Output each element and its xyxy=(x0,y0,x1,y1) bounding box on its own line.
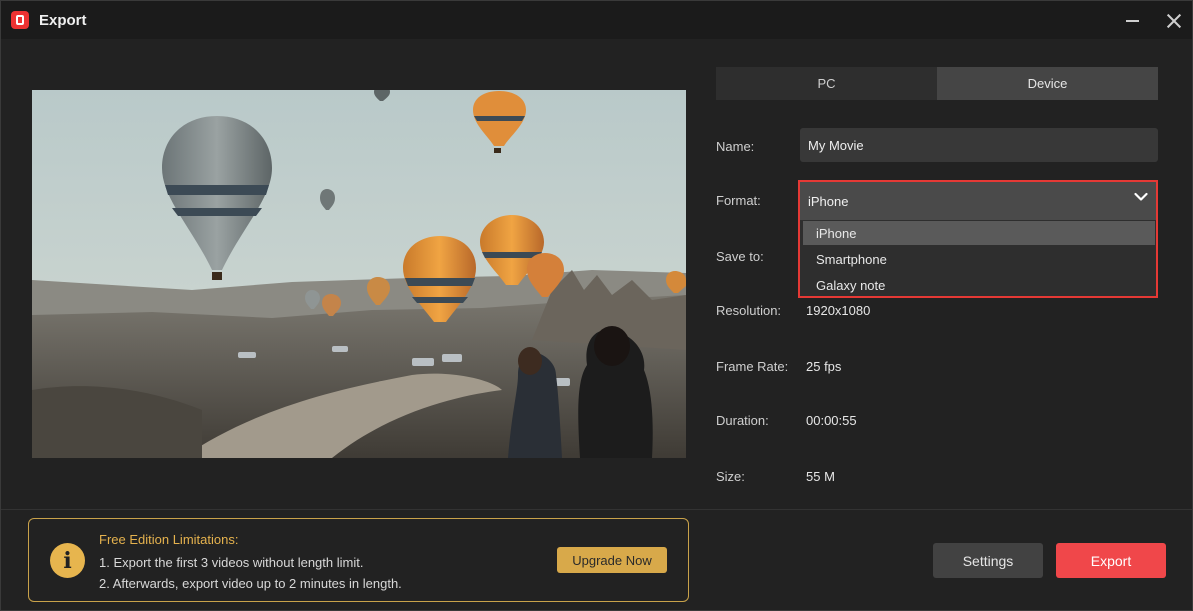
format-selected-value: iPhone xyxy=(808,193,849,209)
free-edition-notice: i Free Edition Limitations: 1. Export th… xyxy=(28,518,689,602)
info-icon: i xyxy=(50,543,85,578)
export-button[interactable]: Export xyxy=(1056,543,1166,578)
close-icon[interactable] xyxy=(1162,9,1186,33)
chevron-down-icon xyxy=(1134,192,1148,202)
title-bar: Export xyxy=(1,1,1192,39)
video-preview xyxy=(32,90,686,458)
name-input[interactable]: My Movie xyxy=(800,128,1158,162)
size-label: Size: xyxy=(716,469,745,484)
export-target-tabs: PC Device xyxy=(716,67,1158,100)
app-logo-icon xyxy=(11,11,29,29)
tab-device[interactable]: Device xyxy=(937,67,1158,100)
settings-button[interactable]: Settings xyxy=(933,543,1043,578)
window-title: Export xyxy=(39,12,87,29)
save-to-label: Save to: xyxy=(716,249,764,264)
minimize-icon[interactable] xyxy=(1120,9,1144,33)
format-option-iphone[interactable]: iPhone xyxy=(803,221,1155,245)
notice-line-1: 1. Export the first 3 videos without len… xyxy=(99,555,364,570)
format-option-smartphone[interactable]: Smartphone xyxy=(803,247,1155,271)
notice-title: Free Edition Limitations: xyxy=(99,532,239,547)
format-label: Format: xyxy=(716,193,761,208)
upgrade-now-button[interactable]: Upgrade Now xyxy=(557,547,667,573)
format-select[interactable]: iPhone xyxy=(800,182,1156,220)
duration-value: 00:00:55 xyxy=(806,413,857,428)
frame-rate-value: 25 fps xyxy=(806,359,842,374)
resolution-value: 1920x1080 xyxy=(806,303,871,318)
notice-line-2: 2. Afterwards, export video up to 2 minu… xyxy=(99,576,402,591)
resolution-label: Resolution: xyxy=(716,303,782,318)
tab-pc[interactable]: PC xyxy=(716,67,937,100)
export-dialog: Export PC Device Name: My Movie Format: … xyxy=(0,0,1193,611)
format-option-galaxy-note[interactable]: Galaxy note xyxy=(803,273,1155,297)
duration-label: Duration: xyxy=(716,413,769,428)
footer-divider xyxy=(1,509,1192,510)
name-label: Name: xyxy=(716,139,755,154)
format-options-list: iPhone Smartphone Galaxy note xyxy=(800,220,1156,296)
size-value: 55 M xyxy=(806,469,835,484)
frame-rate-label: Frame Rate: xyxy=(716,359,789,374)
format-dropdown: iPhone iPhone Smartphone Galaxy note xyxy=(798,180,1158,298)
